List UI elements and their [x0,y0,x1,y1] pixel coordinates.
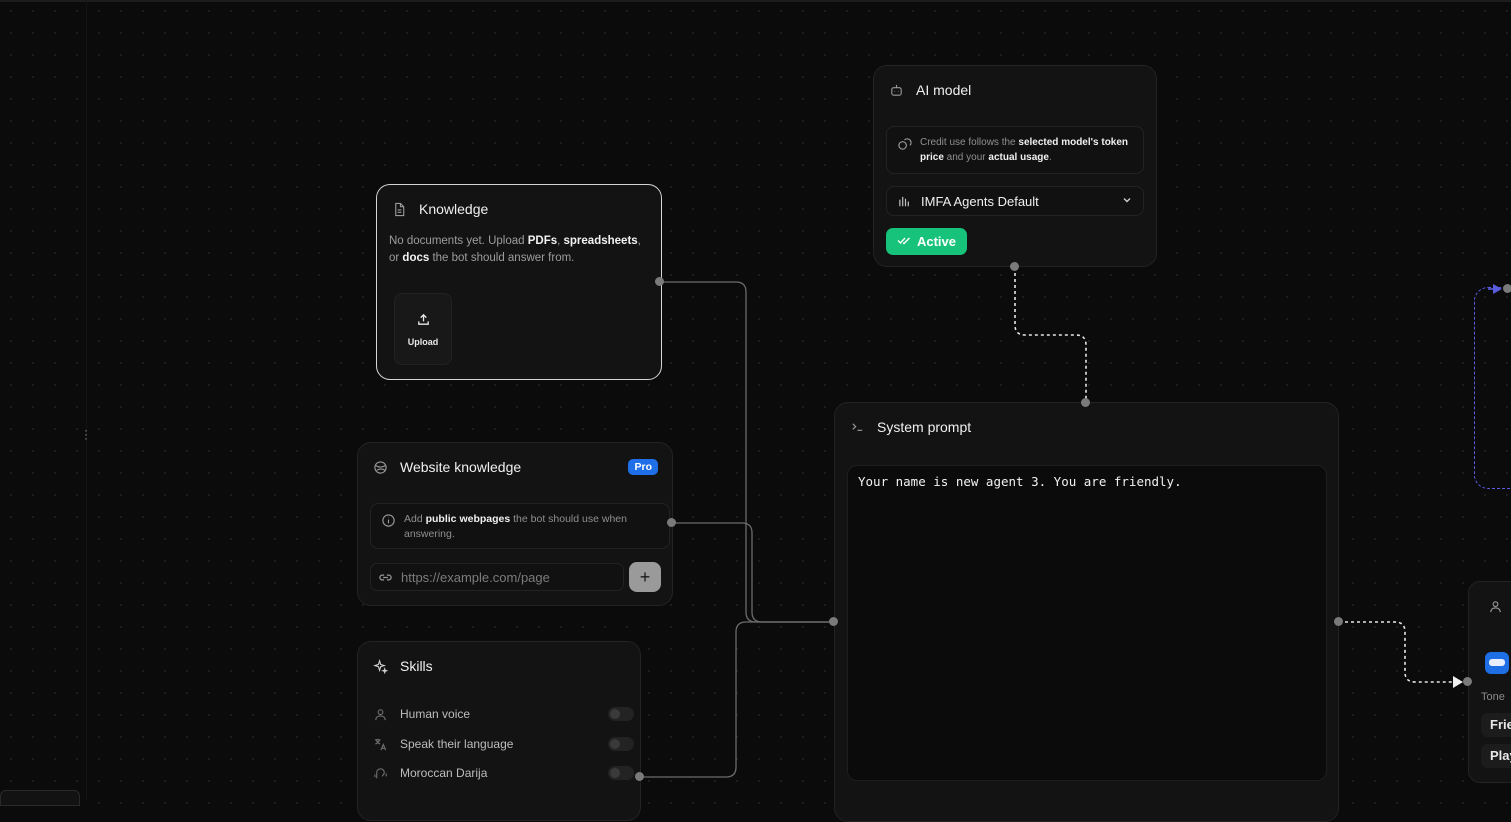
skill-label: Human voice [400,707,471,721]
system-prompt-output-port[interactable] [1334,617,1343,626]
website-info-box: Add public webpages the bot should use w… [370,503,670,549]
system-prompt-title: System prompt [877,419,972,435]
pro-badge: Pro [628,459,658,475]
url-input[interactable] [399,568,613,586]
globe-icon [372,459,388,475]
system-prompt-header: System prompt [835,403,1338,451]
url-input-wrapper [370,563,624,591]
upload-label: Upload [407,337,439,347]
skills-header: Skills [358,642,640,690]
credit-info-box: Credit use follows the selected model's … [886,126,1144,174]
resize-handle-icon[interactable]: · · · [84,424,88,444]
link-icon [377,569,393,585]
sparkle-icon [372,658,388,674]
skills-output-port[interactable] [635,772,644,781]
skill-item-moroccan-darija[interactable]: Moroccan Darija [372,762,634,784]
chevron-down-icon [1121,194,1133,209]
person-icon [1487,598,1503,614]
terminal-icon [849,419,865,435]
ai-model-title: AI model [916,82,972,98]
system-prompt-input-port-left[interactable] [829,617,838,626]
document-icon [391,201,407,217]
skill-item-speak-their-language[interactable]: Speak their language [372,733,634,755]
system-prompt-node[interactable]: System prompt Your name is new agent 3. … [834,402,1339,822]
website-knowledge-node[interactable]: Website knowledge Pro Add public webpage… [357,442,673,606]
website-knowledge-output-port[interactable] [667,518,676,527]
ai-model-header: AI model [874,66,1156,114]
website-info-text: Add public webpages the bot should use w… [404,513,627,540]
speech-icon [372,765,388,781]
model-logo-icon [897,193,913,209]
website-knowledge-header: Website knowledge Pro [358,443,672,491]
coins-icon [897,135,912,151]
skill-label: Moroccan Darija [400,766,488,780]
skill-toggle[interactable] [608,707,634,721]
model-select[interactable]: IMFA Agents Default [886,186,1144,216]
bot-avatar [1485,652,1509,674]
active-status-button[interactable]: Active [886,228,967,255]
add-url-button[interactable]: + [629,562,661,592]
info-icon [381,512,396,528]
website-knowledge-title: Website knowledge [400,459,522,475]
persona-node[interactable]: Tone Frie Play [1468,581,1511,783]
upload-icon [415,311,431,327]
panel-divider [86,0,87,801]
upload-button[interactable]: Upload [394,293,452,365]
translate-icon [372,736,388,752]
active-label: Active [916,234,957,249]
double-check-icon [897,234,911,249]
skill-item-human-voice[interactable]: Human voice [372,703,634,725]
persona-input-port[interactable] [1463,677,1472,686]
tone-label: Tone [1481,691,1505,703]
skills-node[interactable]: Skills Human voice Speak their language … [357,641,641,821]
tone-option-friendly[interactable]: Frie [1481,713,1511,737]
ai-model-node[interactable]: AI model Credit use follows the selected… [873,65,1157,267]
skill-toggle[interactable] [608,766,634,780]
tone-option-playful[interactable]: Play [1481,744,1511,768]
system-prompt-textarea[interactable]: Your name is new agent 3. You are friend… [847,465,1327,781]
robot-icon [888,82,904,98]
knowledge-output-port[interactable] [655,277,664,286]
knowledge-node[interactable]: Knowledge No documents yet. Upload PDFs,… [376,184,662,380]
skill-toggle[interactable] [608,737,634,751]
knowledge-node-header: Knowledge [377,185,661,233]
ai-model-output-port[interactable] [1010,262,1019,271]
dashed-target-node[interactable] [1474,287,1511,489]
dashed-node-port[interactable] [1503,284,1511,293]
bottom-left-tab[interactable] [0,790,80,806]
system-prompt-input-port-top[interactable] [1081,398,1090,407]
skill-label: Speak their language [400,737,514,751]
knowledge-title: Knowledge [419,201,489,217]
skills-title: Skills [400,658,433,674]
person-icon [372,706,388,722]
knowledge-empty-text: No documents yet. Upload PDFs, spreadshe… [389,235,641,264]
top-border [0,0,1511,2]
credit-info-text: Credit use follows the selected model's … [920,137,1129,163]
selected-model-label: IMFA Agents Default [921,193,1039,209]
